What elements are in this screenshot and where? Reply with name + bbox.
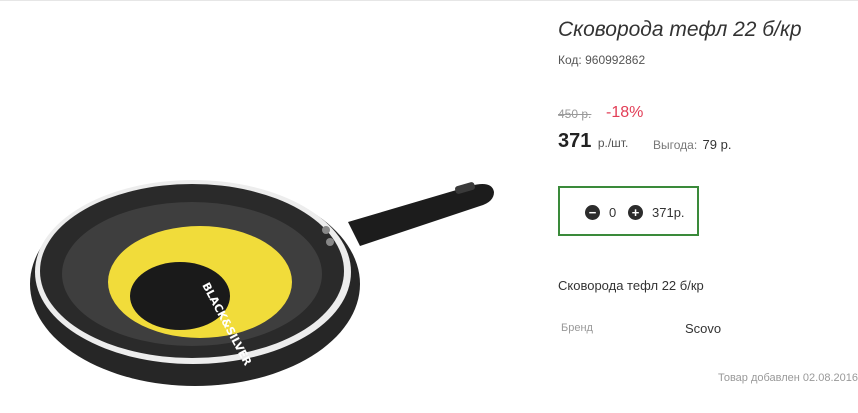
code-label: Код: — [558, 53, 582, 67]
rivet — [322, 226, 330, 234]
product-image[interactable]: BLACK&SILVER — [30, 150, 510, 390]
product-description: Сковорода тефл 22 б/кр — [558, 278, 704, 293]
benefit-label: Выгода: — [653, 138, 698, 152]
added-date: Товар добавлен 02.08.2016 — [717, 372, 858, 384]
plus-circle-icon[interactable]: + — [628, 205, 643, 220]
current-price: 371 — [558, 130, 592, 152]
price-unit: р./шт. — [597, 136, 629, 150]
benefit-value: 79 р. — [702, 137, 732, 152]
product-code: Код: 960992862 — [558, 53, 645, 67]
old-price: 450 р. — [558, 107, 592, 121]
code-value: 960992862 — [585, 53, 646, 67]
product-title: Сковорода тефл 22 б/кр — [558, 18, 802, 41]
top-divider — [0, 0, 858, 1]
discount-badge: -18% — [606, 104, 644, 121]
brand-value: Scovo — [685, 321, 722, 336]
cart-total: 371р. — [652, 205, 685, 220]
rivet — [326, 238, 334, 246]
quantity-value[interactable]: 0 — [609, 205, 616, 220]
price-row: 371 р./шт. — [558, 130, 628, 153]
benefit: Выгода: 79 р. — [653, 137, 731, 152]
frying-pan-image: BLACK&SILVER — [30, 180, 494, 386]
pan-handle — [348, 184, 494, 246]
minus-circle-icon[interactable]: − — [585, 205, 600, 220]
quantity-stepper: − 0 + 371р. — [558, 186, 699, 236]
brand-label: Бренд — [561, 322, 593, 334]
